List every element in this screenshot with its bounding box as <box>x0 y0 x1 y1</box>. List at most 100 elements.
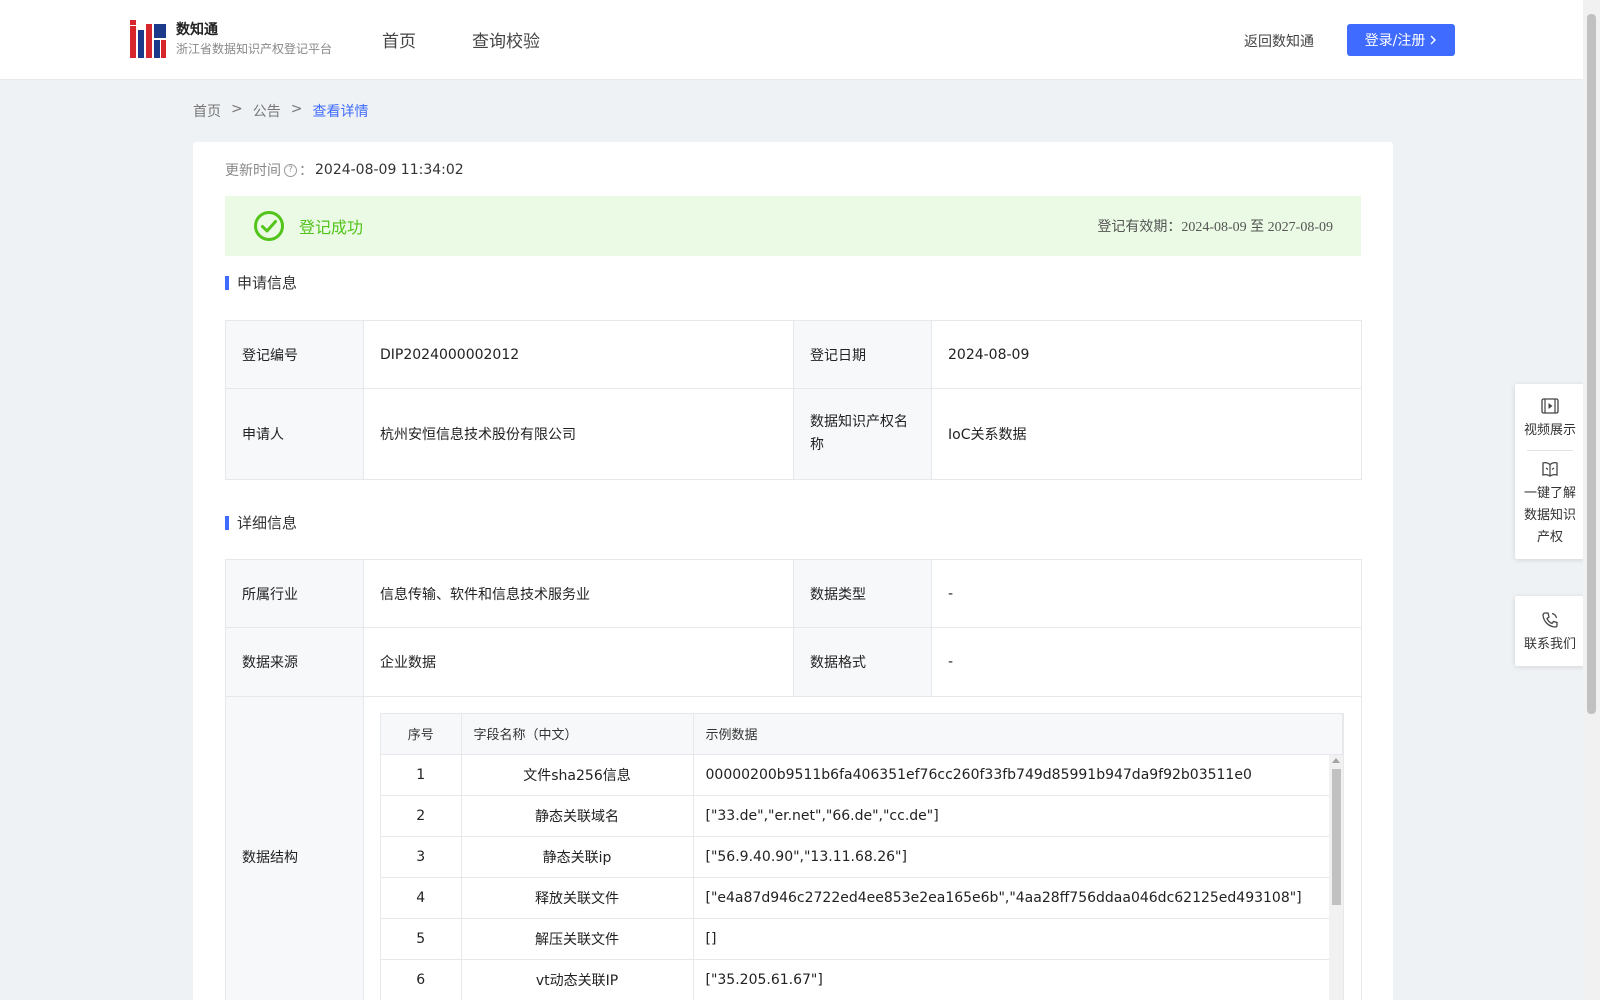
side-learn[interactable]: 一键了解 数据知识 产权 <box>1515 459 1585 549</box>
ip-name-value: IoC关系数据 <box>931 388 1362 480</box>
structure-table: 序号 字段名称（中文） 示例数据 1 文件sha256信息 00000200b951… <box>381 714 1343 1000</box>
structure-header-row: 序号 字段名称（中文） 示例数据 <box>381 714 1343 755</box>
section-application-label: 申请信息 <box>237 274 298 292</box>
table-row: 5 解压关联文件[] <box>381 918 1343 960</box>
site-logo[interactable] <box>130 20 166 58</box>
phone-icon <box>1542 612 1558 628</box>
book-icon <box>1542 461 1558 477</box>
row-field-name: 文件sha256信息 <box>461 754 694 796</box>
section-detail-label: 详细信息 <box>237 514 298 532</box>
breadcrumb-separator: > <box>290 101 303 117</box>
side-panel-top: 视频展示 一键了解 数据知识 产权 <box>1515 384 1585 559</box>
side-video[interactable]: 视频展示 <box>1515 396 1585 442</box>
chevron-right-icon <box>1430 35 1437 45</box>
status-text: 登记成功 <box>299 218 364 237</box>
row-index: 2 <box>381 795 462 837</box>
application-table: 登记编号 DIP2024000002012 登记日期 2024-08-09 申请… <box>225 320 1362 480</box>
check-circle-icon <box>254 211 284 241</box>
question-icon[interactable]: ? <box>284 163 297 177</box>
side-panel-contact: 联系我们 <box>1515 596 1585 666</box>
nav-query-verify[interactable]: 查询校验 <box>472 27 540 52</box>
industry-label: 所属行业 <box>225 559 364 628</box>
reg-date-label: 登记日期 <box>793 320 932 389</box>
page-scrollbar[interactable] <box>1583 0 1600 1000</box>
table-row: 2 静态关联域名 ["33.de","er.net","66.de","cc.de"… <box>381 795 1343 837</box>
detail-table: 所属行业 信息传输、软件和信息技术服务业 数据类型 - 数据来源 企业数据 数据… <box>225 559 1362 1000</box>
update-time-suffix: ： <box>299 163 313 179</box>
breadcrumb-current: 查看详情 <box>312 104 369 120</box>
top-header: 数知通 浙江省数据知识产权登记平台 首页 查询校验 返回数知通 登录/注册 <box>0 0 1583 80</box>
row-sample: [] <box>693 918 1343 960</box>
update-time: 更新时间 ? ： 2024-08-09 11:34:02 <box>225 160 464 180</box>
row-index: 3 <box>381 836 462 878</box>
table-row: 登记编号 DIP2024000002012 登记日期 2024-08-09 <box>225 320 1362 389</box>
structure-cell: 序号 字段名称（中文） 示例数据 1 文件sha256信息 00000200b951… <box>363 696 1362 1000</box>
side-learn-line2: 数据知识 <box>1523 508 1576 523</box>
section-application-title: 申请信息 <box>225 272 297 293</box>
side-learn-line1: 一键了解 <box>1523 486 1576 501</box>
main-nav: 首页 查询校验 <box>382 27 540 52</box>
reg-no-value: DIP2024000002012 <box>363 320 794 389</box>
scroll-up-arrow-icon[interactable] <box>1332 758 1340 763</box>
table-row: 1 文件sha256信息 00000200b9511b6fa406351ef76cc… <box>381 754 1343 796</box>
update-time-value: 2024-08-09 11:34:02 <box>315 162 464 178</box>
side-divider <box>1527 450 1573 451</box>
row-index: 5 <box>381 918 462 960</box>
structure-scrollbar[interactable] <box>1329 755 1343 1000</box>
video-icon <box>1541 398 1559 414</box>
col-index-header: 序号 <box>381 714 462 755</box>
row-sample: 00000200b9511b6fa406351ef76cc260f33fb749… <box>693 754 1343 796</box>
section-detail-title: 详细信息 <box>225 512 297 533</box>
table-row: 数据结构 序号 字段名称（中文） 示例数据 1 文件sha256信息 0000020… <box>225 696 1362 1000</box>
breadcrumb: 首页 > 公告 > 查看详情 <box>193 101 368 121</box>
validity-value: 2024-08-09 至 2027-08-09 <box>1181 220 1333 235</box>
login-register-button[interactable]: 登录/注册 <box>1347 24 1455 56</box>
brand-subtitle: 浙江省数据知识产权登记平台 <box>176 42 333 56</box>
validity-label: 登记有效期： <box>1097 219 1182 235</box>
row-field-name: vt动态关联IP <box>461 959 694 1000</box>
structure-label: 数据结构 <box>225 696 364 1000</box>
page-scroll-thumb[interactable] <box>1587 14 1596 714</box>
row-field-name: 释放关联文件 <box>461 877 694 919</box>
login-register-label: 登录/注册 <box>1364 33 1426 49</box>
col-field-header: 字段名称（中文） <box>461 714 694 755</box>
row-sample: ["35.205.61.67"] <box>693 959 1343 1000</box>
row-field-name: 静态关联域名 <box>461 795 694 837</box>
section-marker <box>225 275 229 290</box>
structure-scroll-thumb[interactable] <box>1332 769 1341 905</box>
row-index: 6 <box>381 959 462 1000</box>
table-row: 3 静态关联ip ["56.9.40.90","13.11.68.26"] <box>381 836 1343 878</box>
return-link[interactable]: 返回数知通 <box>1244 31 1314 51</box>
row-index: 4 <box>381 877 462 919</box>
table-row: 6 vt动态关联IP ["35.205.61.67"] <box>381 959 1343 1000</box>
validity: 登记有效期：2024-08-09 至 2027-08-09 <box>1097 216 1333 236</box>
industry-value: 信息传输、软件和信息技术服务业 <box>363 559 794 628</box>
reg-no-label: 登记编号 <box>225 320 364 389</box>
nav-home[interactable]: 首页 <box>382 27 416 52</box>
side-learn-line3: 产权 <box>1536 530 1563 545</box>
applicant-value: 杭州安恒信息技术股份有限公司 <box>363 388 794 480</box>
format-value: - <box>931 627 1362 697</box>
side-video-label: 视频展示 <box>1523 423 1576 438</box>
data-type-value: - <box>931 559 1362 628</box>
row-field-name: 静态关联ip <box>461 836 694 878</box>
row-field-name: 解压关联文件 <box>461 918 694 960</box>
row-sample: ["33.de","er.net","66.de","cc.de"] <box>693 795 1343 837</box>
table-row: 数据来源 企业数据 数据格式 - <box>225 627 1362 697</box>
source-label: 数据来源 <box>225 627 364 697</box>
detail-card: 更新时间 ? ： 2024-08-09 11:34:02 登记成功 登记有效期：… <box>193 142 1393 1000</box>
reg-date-value: 2024-08-09 <box>931 320 1362 389</box>
row-sample: ["e4a87d946c2722ed4ee853e2ea165e6b","4aa… <box>693 877 1343 919</box>
structure-table-wrap[interactable]: 序号 字段名称（中文） 示例数据 1 文件sha256信息 00000200b951… <box>380 713 1344 1000</box>
side-contact[interactable]: 联系我们 <box>1515 610 1585 656</box>
breadcrumb-home[interactable]: 首页 <box>193 101 221 121</box>
breadcrumb-notice[interactable]: 公告 <box>253 101 281 121</box>
brand-name: 数知通 <box>176 22 218 38</box>
side-contact-label: 联系我们 <box>1523 637 1576 652</box>
data-type-label: 数据类型 <box>793 559 932 628</box>
table-row: 申请人 杭州安恒信息技术股份有限公司 数据知识产权名称 IoC关系数据 <box>225 388 1362 480</box>
source-value: 企业数据 <box>363 627 794 697</box>
table-row: 所属行业 信息传输、软件和信息技术服务业 数据类型 - <box>225 559 1362 628</box>
applicant-label: 申请人 <box>225 388 364 480</box>
status-banner: 登记成功 登记有效期：2024-08-09 至 2027-08-09 <box>225 196 1361 256</box>
